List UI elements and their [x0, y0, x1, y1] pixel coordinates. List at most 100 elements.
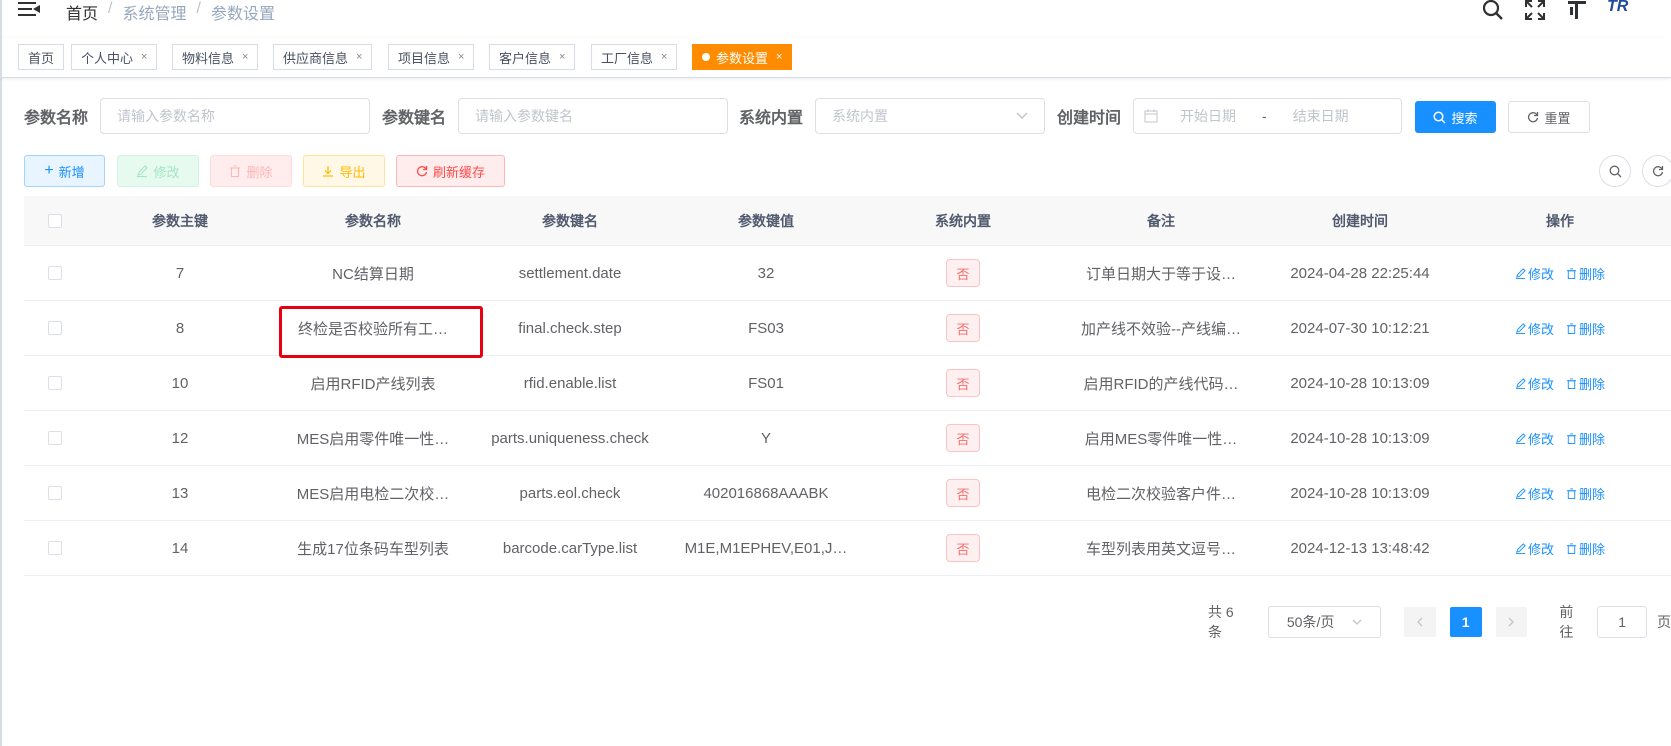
breadcrumb-home[interactable]: 首页 [66, 0, 98, 24]
goto-prefix: 前往 [1559, 604, 1574, 640]
cell-config-type: 否 [864, 479, 1062, 507]
plus-icon: + [44, 162, 54, 179]
cell-config-name: MES启用电检二次校… [296, 485, 450, 503]
row-checkbox[interactable] [48, 431, 62, 445]
date-range-picker[interactable]: 开始日期 - 结束日期 [1133, 98, 1403, 134]
breadcrumb-separator: / [108, 0, 113, 17]
trash-icon [1566, 487, 1577, 499]
export-button-label: 导出 [339, 164, 366, 180]
config-name-input[interactable]: 请输入参数名称 [100, 98, 371, 134]
end-date-input[interactable]: 结束日期 [1293, 106, 1349, 126]
refresh-cache-button[interactable]: 刷新缓存 [396, 155, 505, 187]
refresh-icon [416, 166, 428, 177]
cell-config-id: 8 [175, 319, 185, 337]
edit-icon [1515, 487, 1526, 499]
cell-config-key: parts.uniqueness.check [491, 429, 649, 447]
cell-remark: 车型列表用英文逗号… [1085, 540, 1236, 558]
filter-create-time: 创建时间 开始日期 - 结束日期 [1057, 98, 1403, 134]
tag-home[interactable]: 首页 [18, 44, 65, 70]
tag-close-icon[interactable]: × [356, 51, 362, 63]
status-badge: 否 [946, 314, 980, 342]
row-delete-button[interactable]: 删除 [1566, 319, 1605, 338]
fullscreen-icon[interactable] [1523, 0, 1547, 22]
delete-button-label: 删除 [246, 164, 273, 180]
tag-project-info[interactable]: 项目信息 × [388, 44, 475, 70]
row-edit-button[interactable]: 修改 [1515, 374, 1554, 393]
hamburger-menu-icon[interactable] [18, 0, 40, 20]
prev-page-button[interactable] [1403, 607, 1436, 637]
config-type-select[interactable]: 系统内置 [815, 98, 1046, 134]
toggle-search-button[interactable] [1599, 155, 1631, 187]
header-config-id: 参数主键 [152, 212, 208, 229]
page-size-value: 50条/页 [1286, 614, 1335, 630]
start-date-input[interactable]: 开始日期 [1180, 106, 1236, 126]
table-row: 8 终检是否校验所有工… final.check.step FS03 否 加产线… [24, 301, 1671, 356]
row-delete-button[interactable]: 删除 [1566, 374, 1605, 393]
export-button[interactable]: 导出 [303, 155, 385, 187]
tag-supplier-info[interactable]: 供应商信息 × [273, 44, 373, 70]
row-edit-button[interactable]: 修改 [1515, 319, 1554, 338]
tag-param-settings[interactable]: 参数设置 × [692, 44, 793, 70]
row-edit-button[interactable]: 修改 [1515, 484, 1554, 503]
row-checkbox[interactable] [48, 541, 62, 555]
search-icon [1609, 165, 1621, 177]
navbar: 首页 / 系统管理 / 参数设置 TR [0, 0, 1671, 38]
refresh-icon [1652, 166, 1664, 177]
row-edit-button[interactable]: 修改 [1515, 264, 1554, 283]
delete-button[interactable]: 删除 [210, 155, 292, 187]
refresh-table-button[interactable] [1642, 155, 1671, 187]
search-icon[interactable] [1481, 0, 1505, 22]
company-logo[interactable]: TR [1607, 0, 1643, 22]
select-all-checkbox[interactable] [48, 213, 62, 228]
cell-config-value: 32 [757, 264, 775, 282]
tag-close-icon[interactable]: × [661, 51, 667, 63]
row-checkbox[interactable] [48, 376, 62, 390]
edit-icon [1515, 542, 1526, 554]
reset-button[interactable]: 重置 [1508, 101, 1590, 133]
active-dot-icon [702, 53, 710, 61]
row-delete-button[interactable]: 删除 [1566, 429, 1605, 448]
table-header: 参数主键 参数名称 参数键名 参数键值 系统内置 备注 创建时间 操作 [24, 196, 1671, 246]
row-edit-button[interactable]: 修改 [1515, 429, 1554, 448]
row-checkbox[interactable] [48, 486, 62, 500]
cell-actions: 修改 删除 [1460, 264, 1660, 283]
tag-material-info[interactable]: 物料信息 × [172, 44, 259, 70]
table-row: 14 生成17位条码车型列表 barcode.carType.list M1E,… [24, 521, 1671, 576]
tag-personal-center[interactable]: 个人中心 × [71, 44, 158, 70]
status-badge: 否 [946, 479, 980, 507]
pagination-total: 共 6 条 [1208, 604, 1234, 640]
row-checkbox[interactable] [48, 266, 62, 280]
chevron-down-icon [1352, 619, 1362, 625]
config-key-input[interactable]: 请输入参数键名 [458, 98, 729, 134]
logo-text: TR [1607, 0, 1629, 15]
cell-remark: 启用MES零件唯一性… [1084, 430, 1238, 448]
tag-close-icon[interactable]: × [242, 51, 248, 63]
goto-page-input[interactable]: 1 [1597, 606, 1647, 638]
add-button[interactable]: + 新增 [24, 155, 105, 187]
cell-remark: 启用RFID的产线代码… [1083, 375, 1239, 393]
row-delete-label: 删除 [1579, 321, 1606, 337]
search-button[interactable]: 搜索 [1415, 101, 1496, 133]
row-select-cell [24, 321, 86, 335]
row-edit-label: 修改 [1527, 431, 1554, 447]
tag-customer-info[interactable]: 客户信息 × [489, 44, 576, 70]
row-delete-button[interactable]: 删除 [1566, 539, 1605, 558]
cell-config-value: FS03 [748, 319, 784, 337]
page-number-current[interactable]: 1 [1449, 607, 1482, 637]
row-select-cell [24, 541, 86, 555]
font-size-icon[interactable] [1565, 0, 1589, 22]
next-page-button[interactable] [1495, 607, 1528, 637]
tag-close-icon[interactable]: × [559, 51, 565, 63]
row-edit-button[interactable]: 修改 [1515, 539, 1554, 558]
cell-create-time: 2024-12-13 13:48:42 [1290, 539, 1430, 557]
row-delete-button[interactable]: 删除 [1566, 264, 1605, 283]
tag-close-icon[interactable]: × [776, 51, 782, 63]
tag-close-icon[interactable]: × [141, 51, 147, 63]
cell-actions: 修改 删除 [1460, 484, 1660, 503]
edit-button[interactable]: 修改 [117, 155, 199, 187]
page-size-select[interactable]: 50条/页 [1268, 606, 1381, 638]
row-checkbox[interactable] [48, 321, 62, 335]
tag-close-icon[interactable]: × [458, 51, 464, 63]
row-delete-button[interactable]: 删除 [1566, 484, 1605, 503]
tag-factory-info[interactable]: 工厂信息 × [591, 44, 678, 70]
